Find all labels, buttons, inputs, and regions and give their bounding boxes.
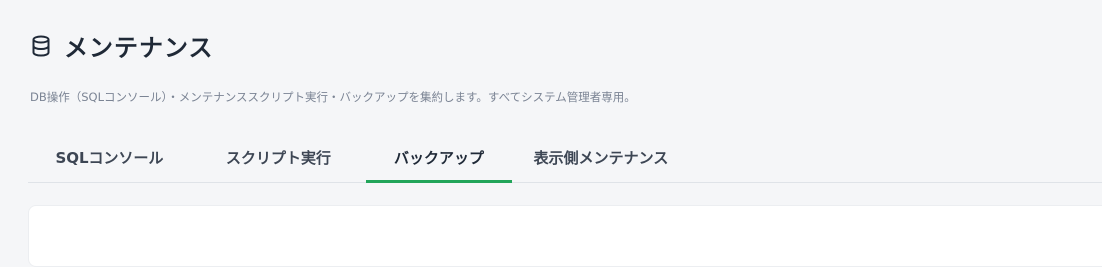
content-panel: [28, 205, 1102, 267]
page-header: メンテナンス: [30, 28, 214, 63]
page-description: DB操作（SQLコンソール）・メンテナンススクリプト実行・バックアップを集約しま…: [30, 90, 636, 104]
tab-sql-console[interactable]: SQLコンソール: [28, 134, 191, 181]
tab-backup[interactable]: バックアップ: [366, 134, 512, 183]
tab-script-execution[interactable]: スクリプト実行: [191, 134, 366, 181]
tab-display-maintenance[interactable]: 表示側メンテナンス: [512, 134, 690, 181]
page-title: メンテナンス: [64, 34, 214, 62]
database-icon: [30, 35, 52, 57]
tab-bar: SQLコンソール スクリプト実行 バックアップ 表示側メンテナンス: [28, 134, 1102, 183]
